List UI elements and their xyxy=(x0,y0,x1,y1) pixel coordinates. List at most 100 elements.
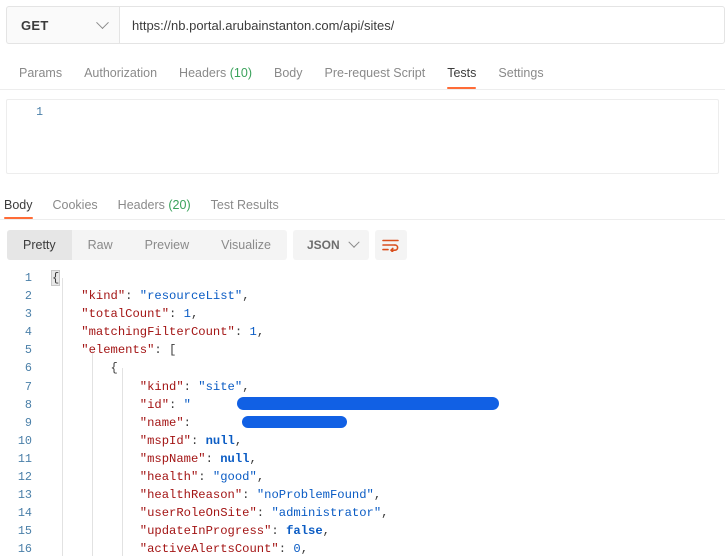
script-gutter: 1 xyxy=(7,100,51,173)
response-body-viewer[interactable]: 1{2 "kind": "resourceList", 3 "totalCount… xyxy=(0,269,725,556)
json-line: 8 "id": " ", xyxy=(0,396,725,414)
tab-label: Body xyxy=(4,198,33,212)
json-token-p xyxy=(52,325,81,339)
format-mode-visualize[interactable]: Visualize xyxy=(205,230,287,260)
tab-params[interactable]: Params xyxy=(8,66,73,89)
json-token-k: "mspName" xyxy=(139,451,206,466)
tab-label: Test Results xyxy=(210,198,279,212)
format-mode-pretty[interactable]: Pretty xyxy=(7,230,72,260)
tab-settings[interactable]: Settings xyxy=(487,66,554,89)
json-token-p: , xyxy=(234,433,243,448)
json-line-content: "matchingFilterCount": 1, xyxy=(42,323,725,341)
json-token-p: , xyxy=(300,542,309,556)
json-line-number: 9 xyxy=(24,415,32,430)
tests-script-editor[interactable]: 1 xyxy=(6,99,719,174)
tab-label: Tests xyxy=(447,66,477,80)
json-token-p: , xyxy=(256,325,265,340)
json-token-k: "kind" xyxy=(139,379,184,394)
json-token-p: : xyxy=(183,379,199,394)
json-token-p xyxy=(52,506,140,520)
format-mode-raw[interactable]: Raw xyxy=(72,230,129,260)
script-content-area[interactable] xyxy=(51,100,718,173)
tab-pre-request-script[interactable]: Pre-request Script xyxy=(314,66,437,89)
redaction-mark-id xyxy=(237,396,499,410)
json-token-k: "health" xyxy=(139,470,199,485)
request-tabs: Params Authorization Headers (10) Body Pre-r… xyxy=(0,52,725,90)
json-token-p: : xyxy=(190,433,206,448)
json-token-k: "id" xyxy=(139,397,170,412)
json-line: 15 "updateInProgress": false, xyxy=(0,522,725,540)
http-method-label: GET xyxy=(21,17,49,33)
json-line-content: "activeAlertsCount": 0, xyxy=(42,540,725,556)
request-url-bar: GET https://nb.portal.arubainstanton.com… xyxy=(0,0,725,44)
json-line: 10 "mspId": null, xyxy=(0,432,725,450)
json-line-content: "name": , xyxy=(42,414,725,432)
json-token-p: { xyxy=(52,361,118,376)
response-tab-test-results[interactable]: Test Results xyxy=(201,198,289,219)
json-token-p xyxy=(52,380,140,394)
json-token-p xyxy=(52,524,140,538)
json-token-k: "healthReason" xyxy=(139,488,243,503)
format-mode-preview[interactable]: Preview xyxy=(129,230,205,260)
json-line-content: { xyxy=(42,359,725,377)
json-token-n: 0 xyxy=(293,542,301,556)
response-tab-headers[interactable]: Headers (20) xyxy=(108,198,201,219)
json-line-number: 2 xyxy=(24,289,32,304)
response-tab-body[interactable]: Body xyxy=(2,198,43,219)
json-line-content: "userRoleOnSite": "administrator", xyxy=(42,504,725,522)
json-token-p xyxy=(52,488,140,502)
script-line-number: 1 xyxy=(36,106,43,119)
json-line-number: 8 xyxy=(24,397,32,412)
json-token-p: , xyxy=(322,524,330,539)
json-token-p: : xyxy=(234,325,250,340)
http-method-select[interactable]: GET xyxy=(6,6,119,44)
tab-headers[interactable]: Headers (10) xyxy=(168,66,263,89)
json-line-content: "mspName": null, xyxy=(42,450,725,468)
json-token-k: "updateInProgress" xyxy=(139,524,272,539)
json-line-number: 6 xyxy=(24,361,32,376)
json-token-k: "elements" xyxy=(81,343,155,358)
response-language-select[interactable]: JSON xyxy=(292,230,369,260)
response-language-label: JSON xyxy=(306,238,340,252)
json-token-p: : xyxy=(271,524,287,539)
json-token-s: " xyxy=(183,397,191,412)
tab-label: Pre-request Script xyxy=(324,66,426,80)
json-token-kw: null xyxy=(220,451,250,466)
json-line: 9 "name": , xyxy=(0,414,725,432)
json-token-p: : xyxy=(169,397,184,412)
tab-tests[interactable]: Tests xyxy=(436,66,487,89)
json-line-content: "id": " ", xyxy=(42,396,725,414)
json-token-p xyxy=(52,452,140,466)
url-input[interactable]: https://nb.portal.arubainstanton.com/api… xyxy=(119,6,725,44)
json-token-p: , xyxy=(249,451,257,466)
tab-label: Headers xyxy=(179,66,227,80)
json-token-s: "administrator" xyxy=(271,506,382,521)
json-token-n: 1 xyxy=(183,307,191,322)
json-token-k: "activeAlertsCount" xyxy=(139,542,279,556)
tab-label: Headers xyxy=(117,198,165,212)
chevron-down-icon xyxy=(347,236,360,248)
tab-authorization[interactable]: Authorization xyxy=(73,66,168,89)
json-token-p: : xyxy=(242,488,257,503)
response-format-bar: Pretty Raw Preview Visualize JSON xyxy=(0,220,725,260)
word-wrap-button[interactable] xyxy=(374,230,407,260)
word-wrap-icon xyxy=(382,239,399,252)
redaction-mark-name xyxy=(242,415,347,428)
response-tabs: Body Cookies Headers (20) Test Results xyxy=(0,188,725,220)
json-line-number: 16 xyxy=(17,542,32,556)
json-line: 2 "kind": "resourceList", xyxy=(0,287,725,305)
json-line: 12 "health": "good", xyxy=(0,468,725,486)
chevron-down-icon xyxy=(96,15,109,29)
tab-body[interactable]: Body xyxy=(263,66,314,89)
json-line-number: 11 xyxy=(17,451,32,466)
json-line-content: "kind": "site", xyxy=(42,378,725,396)
json-token-p xyxy=(52,307,81,321)
json-token-p: : xyxy=(169,307,184,322)
json-token-kw: false xyxy=(286,524,323,539)
json-token-p xyxy=(52,398,140,412)
json-line-number: 10 xyxy=(17,433,32,448)
json-token-k: "userRoleOnSite" xyxy=(139,506,257,521)
url-text: https://nb.portal.arubainstanton.com/api… xyxy=(132,17,395,33)
json-token-p: : xyxy=(278,542,294,556)
response-tab-cookies[interactable]: Cookies xyxy=(43,198,108,219)
